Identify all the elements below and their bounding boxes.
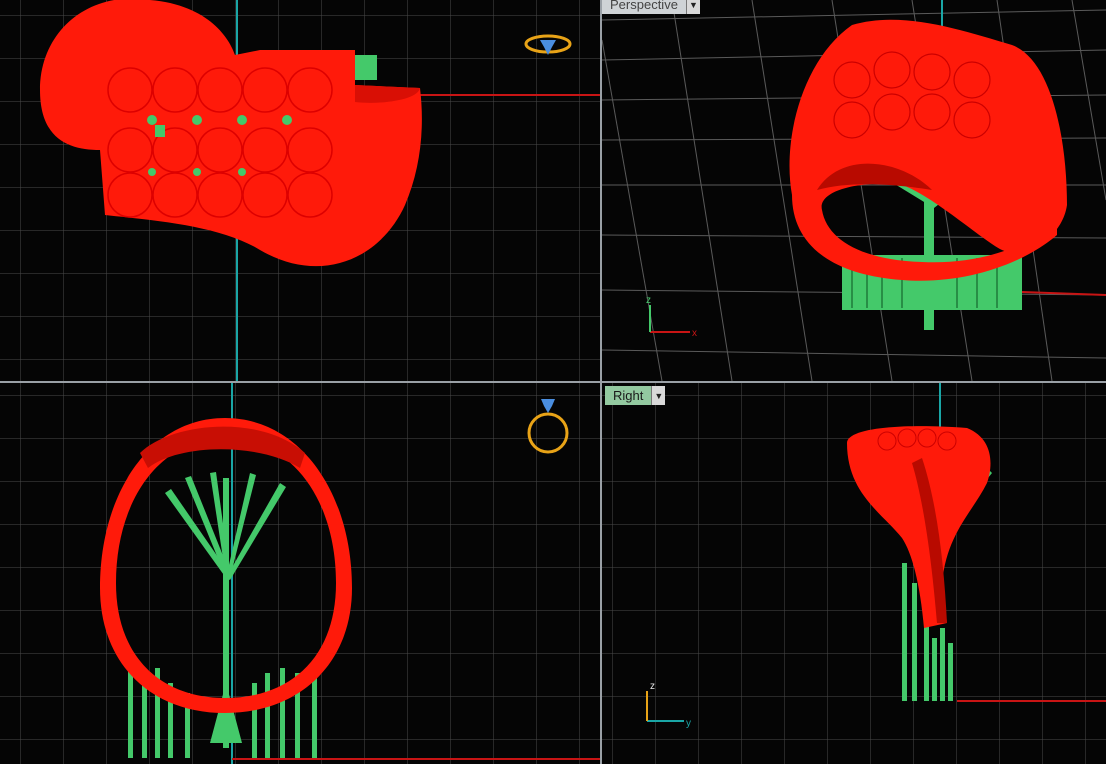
- viewport-perspective-canvas: x z: [602, 0, 1106, 381]
- viewport-right-canvas: y z: [602, 383, 1106, 764]
- viewport-right[interactable]: y z Right ▼: [602, 383, 1106, 764]
- viewport-label[interactable]: Perspective: [602, 0, 686, 14]
- axis-label-y: y: [686, 718, 691, 729]
- chevron-down-icon[interactable]: ▼: [685, 0, 700, 14]
- viewport-label[interactable]: Right: [605, 386, 652, 405]
- axis-label-z: z: [646, 295, 651, 306]
- viewport-front-canvas: [0, 383, 600, 764]
- viewport-front[interactable]: [0, 383, 600, 764]
- axis-label-z: z: [650, 681, 655, 692]
- viewport-perspective[interactable]: x z Perspective ▼: [602, 0, 1106, 381]
- axis-label-x: x: [692, 328, 697, 339]
- viewport-tab-right[interactable]: Right ▼: [605, 386, 666, 405]
- viewport-tab-perspective[interactable]: Perspective ▼: [602, 0, 700, 14]
- viewport-divider-horizontal[interactable]: [0, 381, 1106, 383]
- viewport-top[interactable]: [0, 0, 600, 381]
- chevron-down-icon[interactable]: ▼: [651, 386, 666, 405]
- axis-indicator-perspective: x z: [646, 295, 697, 339]
- viewport-top-canvas: [0, 0, 600, 381]
